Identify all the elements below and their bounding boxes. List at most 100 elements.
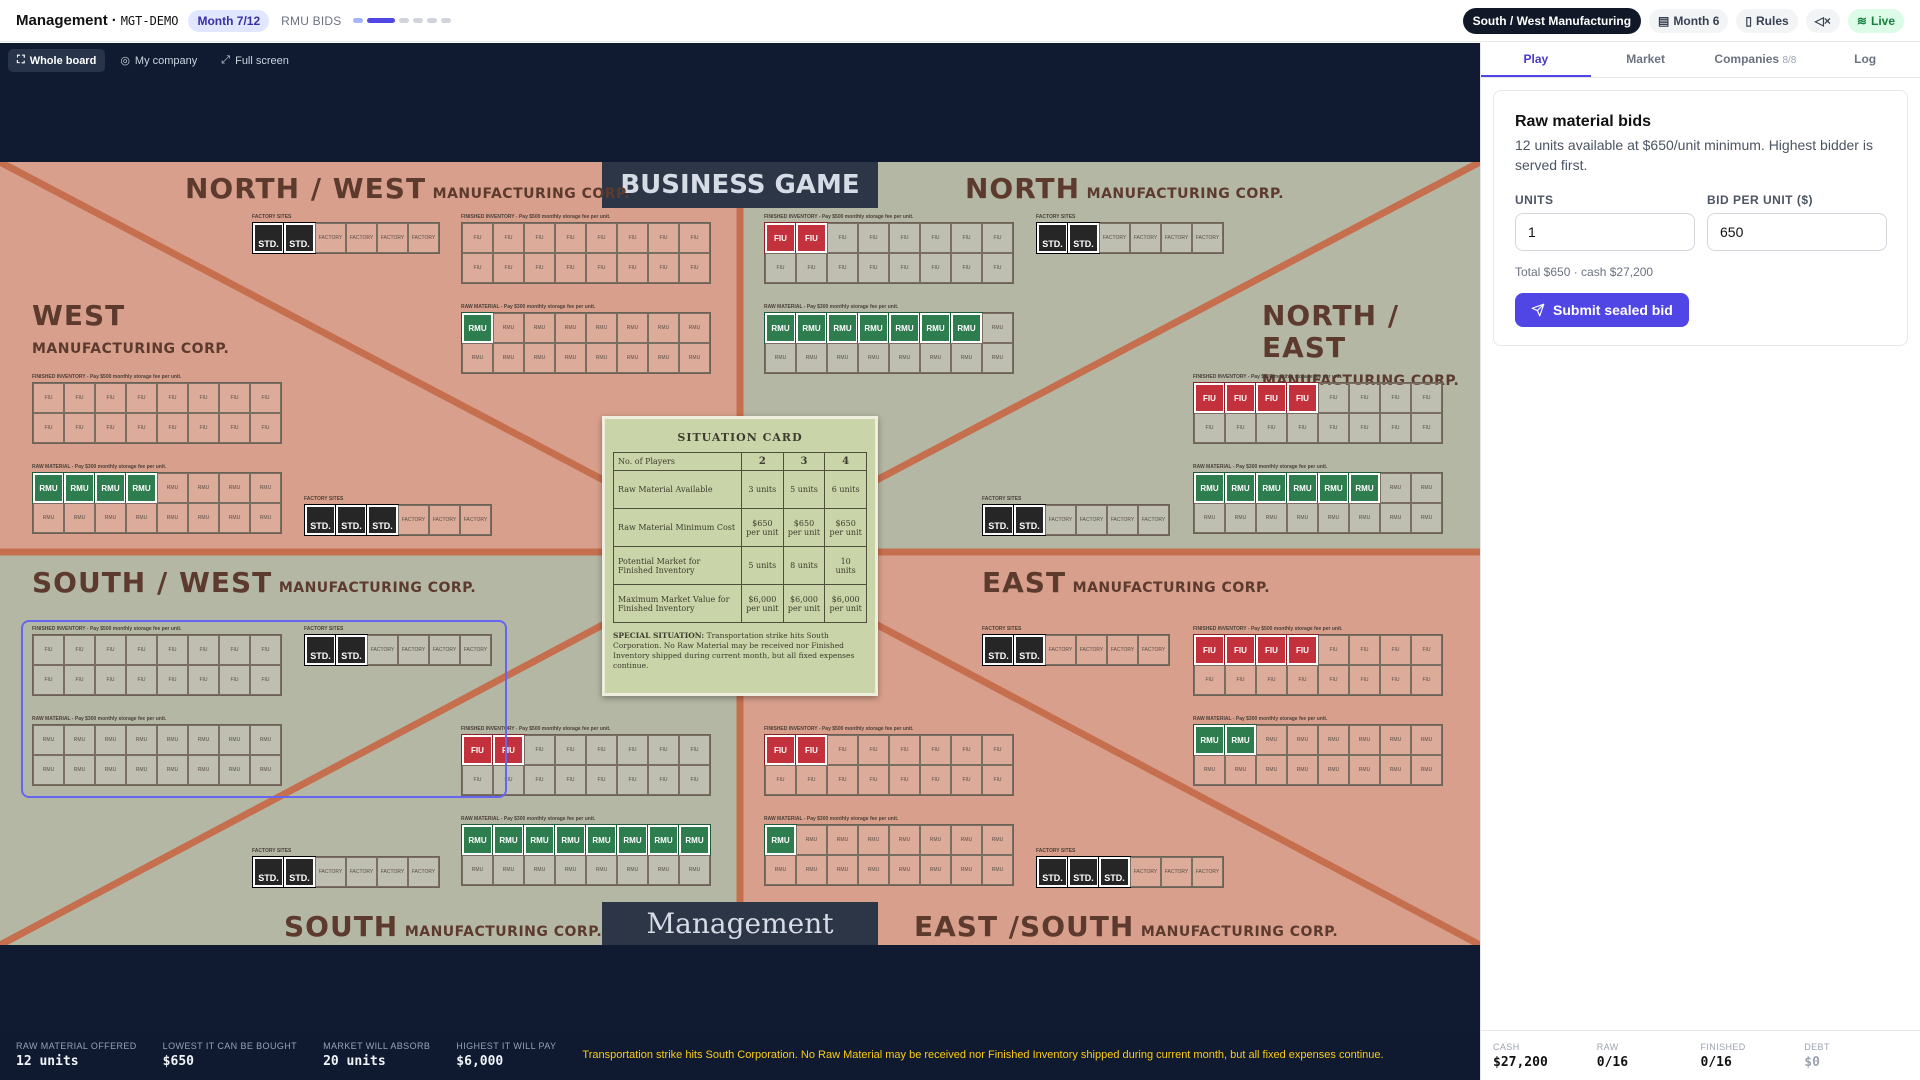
stat-value: 12 units bbox=[16, 1054, 79, 1069]
factory-token: STD. bbox=[252, 856, 285, 888]
finished-inventory-grid: FIU FIU FIU FIU FIU FIU FIU FIU FIU FIU FIU FIU FIU F… bbox=[1193, 382, 1443, 444]
situation-ticker: Transportation strike hits South Corpora… bbox=[582, 1049, 1384, 1061]
empty-slot: RMU bbox=[493, 855, 524, 885]
whole-board-button[interactable]: ⛶ Whole board bbox=[8, 49, 106, 72]
empty-slot: FIU bbox=[920, 735, 951, 765]
slot-area-label: RAW MATERIAL - Pay $300 monthly storage … bbox=[32, 464, 167, 470]
empty-slot: RMU bbox=[796, 825, 827, 855]
empty-slot: FIU bbox=[648, 223, 679, 253]
empty-slot: RMU bbox=[765, 343, 796, 373]
company-title-north-west: NORTH / WEST MANUFACTURING CORP. bbox=[185, 172, 631, 205]
empty-slot: FIU bbox=[920, 223, 951, 253]
empty-slot: RMU bbox=[982, 313, 1013, 343]
row-value: 5 units bbox=[741, 546, 784, 585]
raw-material-token: RMU bbox=[1224, 724, 1257, 756]
units-input[interactable] bbox=[1515, 213, 1695, 251]
empty-slot: FACTORY bbox=[315, 857, 346, 887]
empty-slot: RMU bbox=[982, 825, 1013, 855]
tab-log[interactable]: Log bbox=[1810, 43, 1920, 77]
empty-slot: FIU bbox=[1318, 383, 1349, 413]
my-company-button[interactable]: ◎ My company bbox=[111, 49, 206, 72]
raw-material-token: RMU bbox=[647, 824, 680, 856]
row-label: Raw Material Minimum Cost bbox=[613, 508, 742, 547]
empty-slot: RMU bbox=[1225, 503, 1256, 533]
factory-sites-grid: STD. STD. FACTORY FACTORY FACTORY FACTORY bbox=[252, 856, 440, 888]
finished-stat: FINISHED 0/16 bbox=[1701, 1042, 1805, 1070]
full-screen-button[interactable]: ⤢ Full screen bbox=[212, 49, 298, 72]
maximize-icon: ⤢ bbox=[221, 54, 231, 66]
empty-slot: FIU bbox=[1380, 665, 1411, 695]
empty-slot: RMU bbox=[1287, 755, 1318, 785]
raw-material-grid: RMU RMU RMU RMU RMU RMU RMU RMU RMU RMU RMU RMU RMU R… bbox=[461, 824, 711, 886]
empty-slot: FIU bbox=[858, 253, 889, 283]
empty-slot: RMU bbox=[1411, 473, 1442, 503]
empty-slot: FIU bbox=[951, 223, 982, 253]
factory-token: STD. bbox=[1098, 856, 1131, 888]
empty-slot: FIU bbox=[524, 765, 555, 795]
empty-slot: FIU bbox=[617, 253, 648, 283]
raw-material-grid: RMU RMU RMU RMU RMU RMU RMU RMU RMU RMU RMU RMU RMU R… bbox=[764, 824, 1014, 886]
raw-material-token: RMU bbox=[888, 312, 921, 344]
empty-slot: RMU bbox=[617, 855, 648, 885]
slot-area-label: FINISHED INVENTORY - Pay $500 monthly st… bbox=[764, 214, 914, 220]
empty-slot: FIU bbox=[796, 253, 827, 283]
empty-slot: FIU bbox=[188, 383, 219, 413]
empty-slot: RMU bbox=[586, 313, 617, 343]
empty-slot: FIU bbox=[219, 383, 250, 413]
raw-material-grid: RMU RMU RMU RMU RMU RMU RMU RMU RMU RMU RMU RMU RMU R… bbox=[32, 472, 282, 534]
situation-row: Raw Material Minimum Cost $650 per unit … bbox=[613, 508, 867, 547]
phase-label: RMU BIDS bbox=[281, 13, 342, 28]
tab-companies-label: Companies bbox=[1714, 52, 1780, 66]
empty-slot: FIU bbox=[796, 765, 827, 795]
empty-slot: RMU bbox=[889, 825, 920, 855]
empty-slot: RMU bbox=[1256, 725, 1287, 755]
slot-area-label: RAW MATERIAL - Pay $300 monthly storage … bbox=[764, 816, 899, 822]
raw-material-token: RMU bbox=[950, 312, 983, 344]
row-value: $650 per unit bbox=[782, 508, 826, 547]
empty-slot: FIU bbox=[493, 223, 524, 253]
raw-stat: RAW 0/16 bbox=[1597, 1042, 1701, 1070]
stat-label: LOWEST IT CAN BE BOUGHT bbox=[162, 1041, 298, 1051]
empty-slot: RMU bbox=[188, 503, 219, 533]
board-viewport[interactable]: ⛶ Whole board ◎ My company ⤢ Full screen BU… bbox=[0, 43, 1480, 1030]
factory-token: STD. bbox=[982, 504, 1015, 536]
factory-token: STD. bbox=[366, 504, 399, 536]
mute-button[interactable]: ◁× bbox=[1805, 8, 1840, 33]
empty-slot: RMU bbox=[920, 855, 951, 885]
empty-slot: RMU bbox=[1380, 503, 1411, 533]
tab-companies[interactable]: Companies 8/8 bbox=[1701, 43, 1811, 77]
company-title-south-west: SOUTH / WEST MANUFACTURING CORP. bbox=[32, 566, 477, 599]
empty-slot: FIU bbox=[858, 223, 889, 253]
empty-slot: FIU bbox=[1287, 413, 1318, 443]
empty-slot: RMU bbox=[858, 855, 889, 885]
empty-slot: RMU bbox=[617, 343, 648, 373]
rules-button[interactable]: ▯ Rules bbox=[1736, 8, 1798, 33]
company-selector[interactable]: South / West Manufacturing bbox=[1462, 7, 1642, 34]
tab-market[interactable]: Market bbox=[1591, 43, 1701, 77]
panel-tabs: Play Market Companies 8/8 Log bbox=[1481, 43, 1920, 78]
empty-slot: FIU bbox=[586, 253, 617, 283]
bid-fields: UNITS BID PER UNIT ($) bbox=[1515, 193, 1887, 251]
finished-inventory-grid: FIU FIU FIU FIU FIU FIU FIU FIU FIU FIU FIU FIU FIU F… bbox=[461, 222, 711, 284]
rules-button-label: Rules bbox=[1755, 13, 1789, 28]
empty-slot: RMU bbox=[250, 473, 281, 503]
stat-value: $0 bbox=[1804, 1054, 1820, 1070]
finished-unit-token: FIU bbox=[764, 222, 797, 254]
phase-step-current bbox=[367, 18, 396, 23]
month-button[interactable]: ▤ Month 6 bbox=[1649, 8, 1729, 33]
situation-table: No. of Players 2 3 4 Raw Material Availa… bbox=[613, 452, 867, 623]
empty-slot: FACTORY bbox=[1130, 223, 1161, 253]
empty-slot: RMU bbox=[679, 343, 710, 373]
raw-material-token: RMU bbox=[764, 312, 797, 344]
players-2: 2 bbox=[741, 452, 784, 471]
bid-total: Total $650 · cash $27,200 bbox=[1515, 265, 1654, 279]
empty-slot: RMU bbox=[951, 343, 982, 373]
tab-play[interactable]: Play bbox=[1481, 43, 1591, 77]
game-code: MGT-DEMO bbox=[120, 13, 179, 28]
speaker-muted-icon: ◁× bbox=[1814, 13, 1831, 28]
empty-slot: RMU bbox=[1380, 725, 1411, 755]
bid-per-unit-input[interactable] bbox=[1707, 213, 1887, 251]
empty-slot: FACTORY bbox=[460, 505, 491, 535]
raw-offered-stat: RAW MATERIAL OFFERED 12 units bbox=[16, 1041, 137, 1069]
submit-sealed-bid-button[interactable]: Submit sealed bid bbox=[1515, 293, 1689, 327]
